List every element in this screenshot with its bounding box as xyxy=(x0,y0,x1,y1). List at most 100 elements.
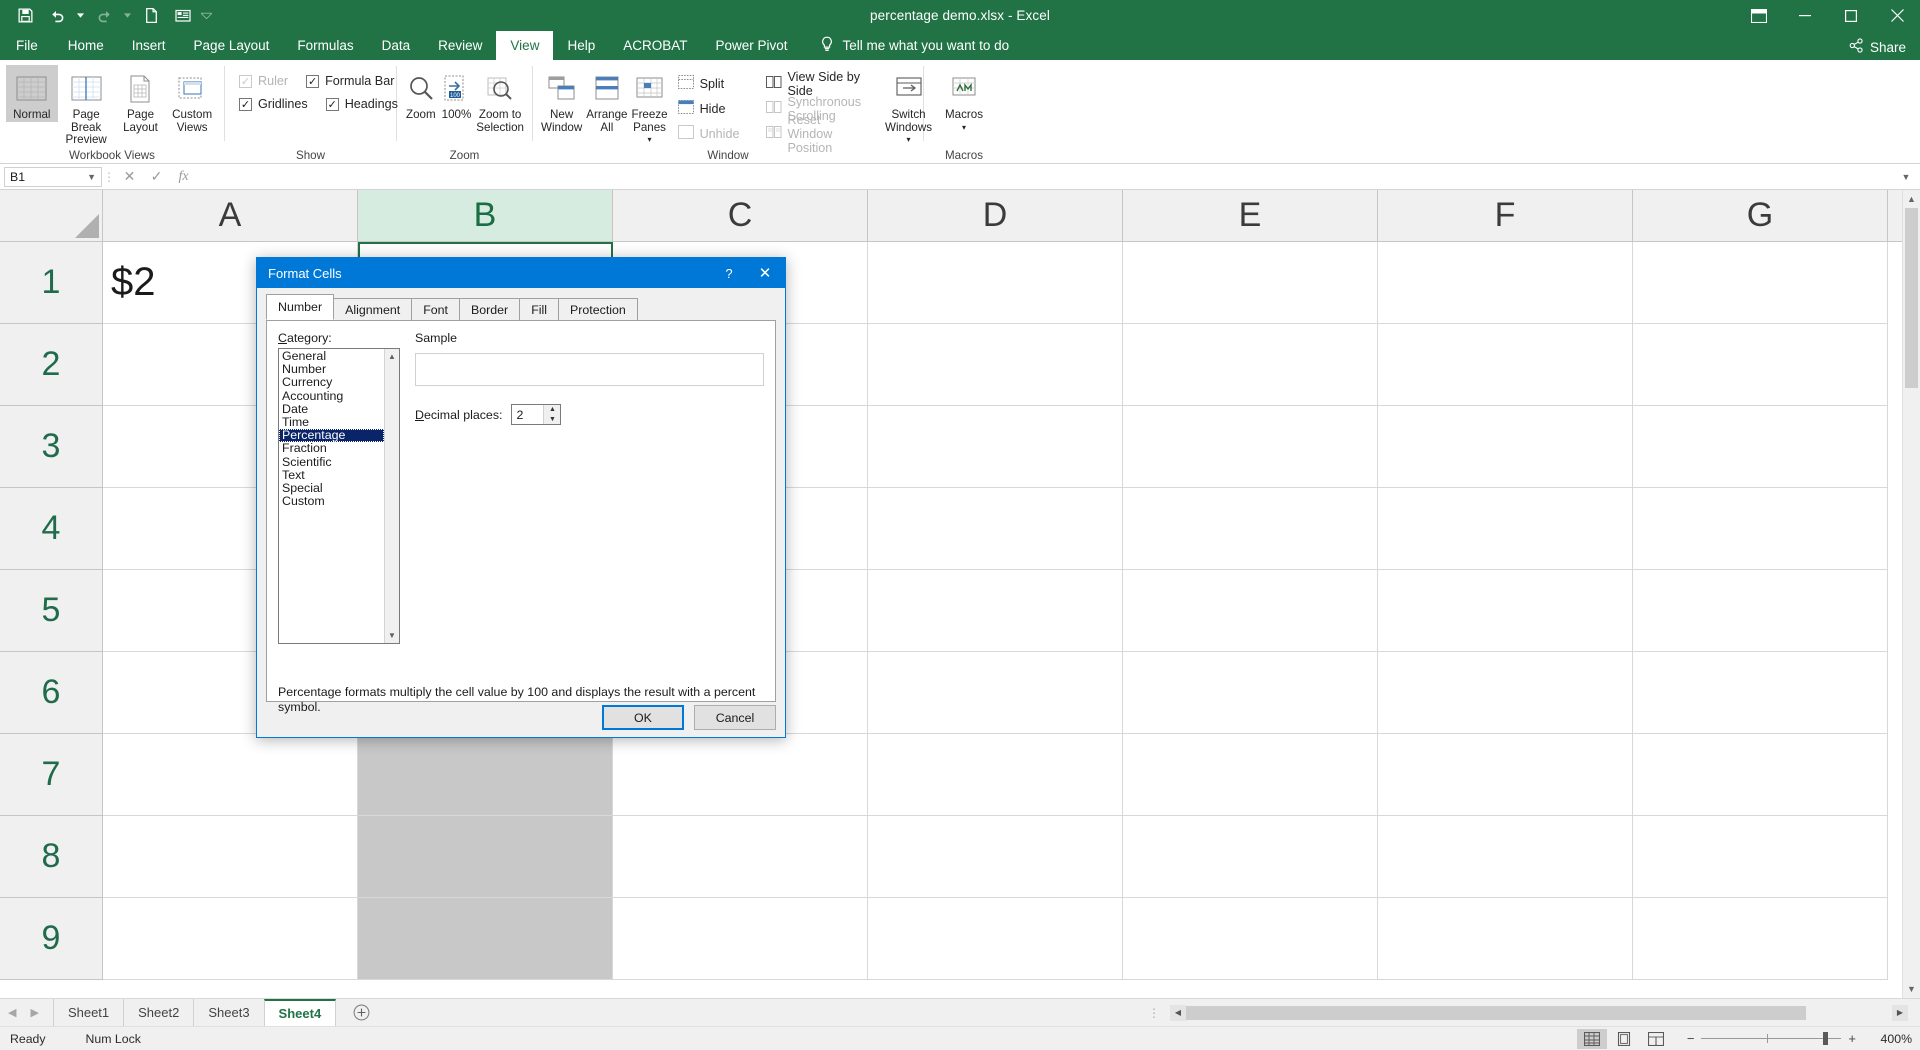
redo-icon[interactable] xyxy=(89,3,119,29)
cell-f3[interactable] xyxy=(1378,406,1633,488)
sheet-prev-icon[interactable]: ◀ xyxy=(8,1006,16,1019)
ribbon-tab-acrobat[interactable]: ACROBAT xyxy=(609,31,701,60)
category-item-fraction[interactable]: Fraction xyxy=(279,442,384,455)
scroll-down-icon[interactable]: ▼ xyxy=(385,628,399,643)
decimal-places-value[interactable]: 2 xyxy=(512,405,543,424)
cell-f6[interactable] xyxy=(1378,652,1633,734)
cell-e8[interactable] xyxy=(1123,816,1378,898)
row-header-4[interactable]: 4 xyxy=(0,488,103,570)
ribbon-tab-insert[interactable]: Insert xyxy=(118,31,180,60)
new-window-button[interactable]: New Window xyxy=(539,65,584,134)
custom-views-button[interactable]: Custom Views xyxy=(166,65,218,134)
touch-mode-icon[interactable] xyxy=(168,3,198,29)
page-layout-view-icon[interactable] xyxy=(1609,1029,1639,1049)
ribbon-tab-review[interactable]: Review xyxy=(424,31,496,60)
expand-formula-bar-icon[interactable]: ▼ xyxy=(1896,166,1916,188)
reset-window-position-button[interactable]: Reset Window Position xyxy=(762,113,866,155)
ribbon-tab-home[interactable]: Home xyxy=(54,31,118,60)
cell-e1[interactable] xyxy=(1123,242,1378,324)
normal-view-icon[interactable] xyxy=(1576,1028,1607,1049)
cell-e2[interactable] xyxy=(1123,324,1378,406)
category-item-scientific[interactable]: Scientific xyxy=(279,455,384,469)
cell-g2[interactable] xyxy=(1633,324,1888,406)
cell-g1[interactable] xyxy=(1633,242,1888,324)
gridlines-checkbox[interactable]: ✓ Gridlines xyxy=(239,97,308,111)
cell-e5[interactable] xyxy=(1123,570,1378,652)
zoom-slider[interactable]: − + xyxy=(1687,1031,1856,1046)
freeze-panes-button[interactable]: Freeze Panes ▾ xyxy=(629,65,669,147)
horizontal-scroll-track[interactable] xyxy=(1186,1005,1892,1020)
row-header-8[interactable]: 8 xyxy=(0,816,103,898)
undo-icon[interactable] xyxy=(42,3,72,29)
category-item-text[interactable]: Text xyxy=(279,468,384,482)
zoom-100-button[interactable]: 100 100% xyxy=(439,65,475,122)
formula-bar-grip[interactable]: ⋮ xyxy=(102,170,116,184)
hide-button[interactable]: Hide xyxy=(674,98,744,119)
cell-b7[interactable] xyxy=(358,734,613,816)
cell-e7[interactable] xyxy=(1123,734,1378,816)
freeze-panes-dropdown-icon[interactable]: ▾ xyxy=(648,134,652,147)
decimal-places-stepper[interactable]: 2 ▲ ▼ xyxy=(511,404,562,425)
arrange-all-button[interactable]: Arrange All xyxy=(584,65,629,134)
cell-f9[interactable] xyxy=(1378,898,1633,980)
redo-dropdown-icon[interactable] xyxy=(121,3,134,29)
column-header-g[interactable]: G xyxy=(1633,190,1888,241)
cell-a8[interactable] xyxy=(103,816,358,898)
cancel-icon[interactable]: ✕ xyxy=(116,166,143,188)
cell-b9[interactable] xyxy=(358,898,613,980)
row-header-3[interactable]: 3 xyxy=(0,406,103,488)
zoom-out-button[interactable]: − xyxy=(1687,1031,1695,1046)
save-icon[interactable] xyxy=(10,3,40,29)
row-header-9[interactable]: 9 xyxy=(0,898,103,980)
tell-me-search[interactable]: Tell me what you want to do xyxy=(820,31,1009,60)
column-header-f[interactable]: F xyxy=(1378,190,1633,241)
ribbon-tab-help[interactable]: Help xyxy=(553,31,609,60)
cell-e9[interactable] xyxy=(1123,898,1378,980)
zoom-in-button[interactable]: + xyxy=(1848,1031,1856,1046)
cell-g7[interactable] xyxy=(1633,734,1888,816)
row-header-1[interactable]: 1 xyxy=(0,242,103,324)
scroll-right-icon[interactable]: ▶ xyxy=(1892,1004,1908,1021)
sheet-tab-sheet1[interactable]: Sheet1 xyxy=(52,998,123,1027)
cell-f2[interactable] xyxy=(1378,324,1633,406)
cell-f1[interactable] xyxy=(1378,242,1633,324)
scroll-down-icon[interactable]: ▼ xyxy=(1903,980,1920,998)
split-button[interactable]: Split xyxy=(674,73,744,94)
tab-border[interactable]: Border xyxy=(458,298,521,320)
category-item-currency[interactable]: Currency xyxy=(279,376,384,389)
zoom-slider-thumb[interactable] xyxy=(1823,1032,1829,1045)
cell-g3[interactable] xyxy=(1633,406,1888,488)
cell-c8[interactable] xyxy=(613,816,868,898)
unhide-button[interactable]: Unhide xyxy=(674,123,744,144)
ribbon-tab-view[interactable]: View xyxy=(496,31,554,60)
column-header-c[interactable]: C xyxy=(613,190,868,241)
insert-function-icon[interactable]: fx xyxy=(170,166,197,188)
column-header-a[interactable]: A xyxy=(103,190,358,241)
select-all-corner[interactable] xyxy=(0,190,103,241)
help-icon[interactable]: ? xyxy=(713,258,745,288)
cell-c7[interactable] xyxy=(613,734,868,816)
ruler-checkbox[interactable]: ✓ Ruler xyxy=(239,74,288,88)
tab-fill[interactable]: Fill xyxy=(519,298,560,320)
name-box[interactable]: B1 ▼ xyxy=(4,166,102,187)
page-break-preview-icon[interactable] xyxy=(1641,1029,1671,1049)
close-button[interactable] xyxy=(1874,0,1920,31)
cell-g4[interactable] xyxy=(1633,488,1888,570)
cell-a9[interactable] xyxy=(103,898,358,980)
stepper-down-icon[interactable]: ▼ xyxy=(544,415,560,425)
column-header-d[interactable]: D xyxy=(868,190,1123,241)
undo-dropdown-icon[interactable] xyxy=(74,3,87,29)
cell-g5[interactable] xyxy=(1633,570,1888,652)
vertical-scrollbar[interactable]: ▲ ▼ xyxy=(1902,190,1920,998)
category-scrollbar[interactable]: ▲ ▼ xyxy=(384,349,399,643)
category-item-accounting[interactable]: Accounting xyxy=(279,389,384,403)
cell-d5[interactable] xyxy=(868,570,1123,652)
sheet-tab-sheet3[interactable]: Sheet3 xyxy=(193,998,263,1027)
scroll-up-icon[interactable]: ▲ xyxy=(385,349,399,364)
cancel-button[interactable]: Cancel xyxy=(694,705,776,730)
cell-d9[interactable] xyxy=(868,898,1123,980)
view-side-by-side-button[interactable]: View Side by Side xyxy=(762,70,866,98)
row-header-7[interactable]: 7 xyxy=(0,734,103,816)
ribbon-tab-power-pivot[interactable]: Power Pivot xyxy=(701,31,801,60)
ribbon-tab-data[interactable]: Data xyxy=(368,31,425,60)
